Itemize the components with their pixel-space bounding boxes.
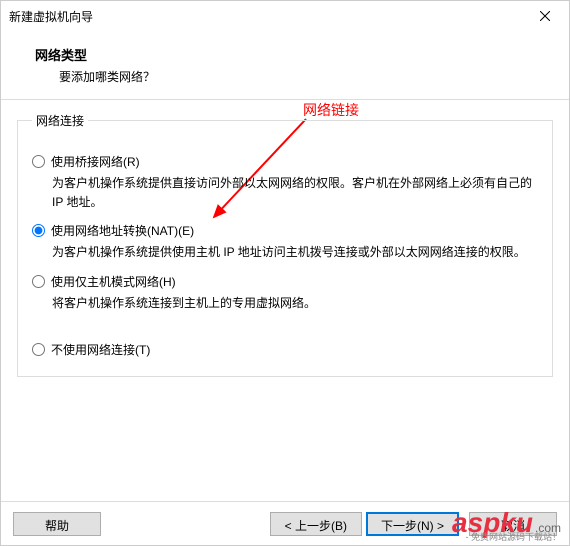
page-title: 网络类型 [35,45,559,64]
option-bridged-label[interactable]: 使用桥接网络(R) [32,153,538,170]
option-hostonly-text: 使用仅主机模式网络(H) [51,273,176,290]
cancel-button[interactable]: 取消 [469,512,557,536]
option-nat-desc: 为客户机操作系统提供使用主机 IP 地址访问主机拨号连接或外部以太网网络连接的权… [52,243,538,262]
option-bridged: 使用桥接网络(R) 为客户机操作系统提供直接访问外部以太网网络的权限。客户机在外… [32,153,538,212]
option-nat-label[interactable]: 使用网络地址转换(NAT)(E) [32,222,538,239]
wizard-body: 网络链接 网络连接 使用桥接网络(R) 为客户机操作系统提供直接访问外部以太网网… [1,99,569,529]
option-hostonly: 使用仅主机模式网络(H) 将客户机操作系统连接到主机上的专用虚拟网络。 [32,273,538,313]
page-subtitle: 要添加哪类网络？ [59,68,559,85]
network-fieldset: 网络连接 使用桥接网络(R) 为客户机操作系统提供直接访问外部以太网网络的权限。… [17,112,553,377]
next-button[interactable]: 下一步(N) > [366,512,459,536]
option-nat: 使用网络地址转换(NAT)(E) 为客户机操作系统提供使用主机 IP 地址访问主… [32,222,538,262]
option-none: 不使用网络连接(T) [32,341,538,358]
option-nat-text: 使用网络地址转换(NAT)(E) [51,222,194,239]
help-button[interactable]: 帮助 [13,512,101,536]
option-hostonly-label[interactable]: 使用仅主机模式网络(H) [32,273,538,290]
fieldset-legend: 网络连接 [32,112,88,129]
option-none-text: 不使用网络连接(T) [51,341,150,358]
radio-none[interactable] [32,343,45,356]
titlebar: 新建虚拟机向导 [1,1,569,31]
window-title: 新建虚拟机向导 [9,8,523,25]
option-none-label[interactable]: 不使用网络连接(T) [32,341,538,358]
radio-nat[interactable] [32,224,45,237]
option-bridged-desc: 为客户机操作系统提供直接访问外部以太网网络的权限。客户机在外部网络上必须有自己的… [52,174,538,212]
wizard-footer: 帮助 < 上一步(B) 下一步(N) > 取消 [1,501,569,545]
wizard-header: 网络类型 要添加哪类网络？ [1,31,569,99]
wizard-window: 新建虚拟机向导 网络类型 要添加哪类网络？ 网络链接 网络连接 使用桥接网络(R… [0,0,570,546]
option-bridged-text: 使用桥接网络(R) [51,153,140,170]
back-button[interactable]: < 上一步(B) [270,512,362,536]
close-button[interactable] [523,2,567,30]
option-hostonly-desc: 将客户机操作系统连接到主机上的专用虚拟网络。 [52,294,538,313]
close-icon [540,11,550,21]
radio-hostonly[interactable] [32,275,45,288]
radio-bridged[interactable] [32,155,45,168]
